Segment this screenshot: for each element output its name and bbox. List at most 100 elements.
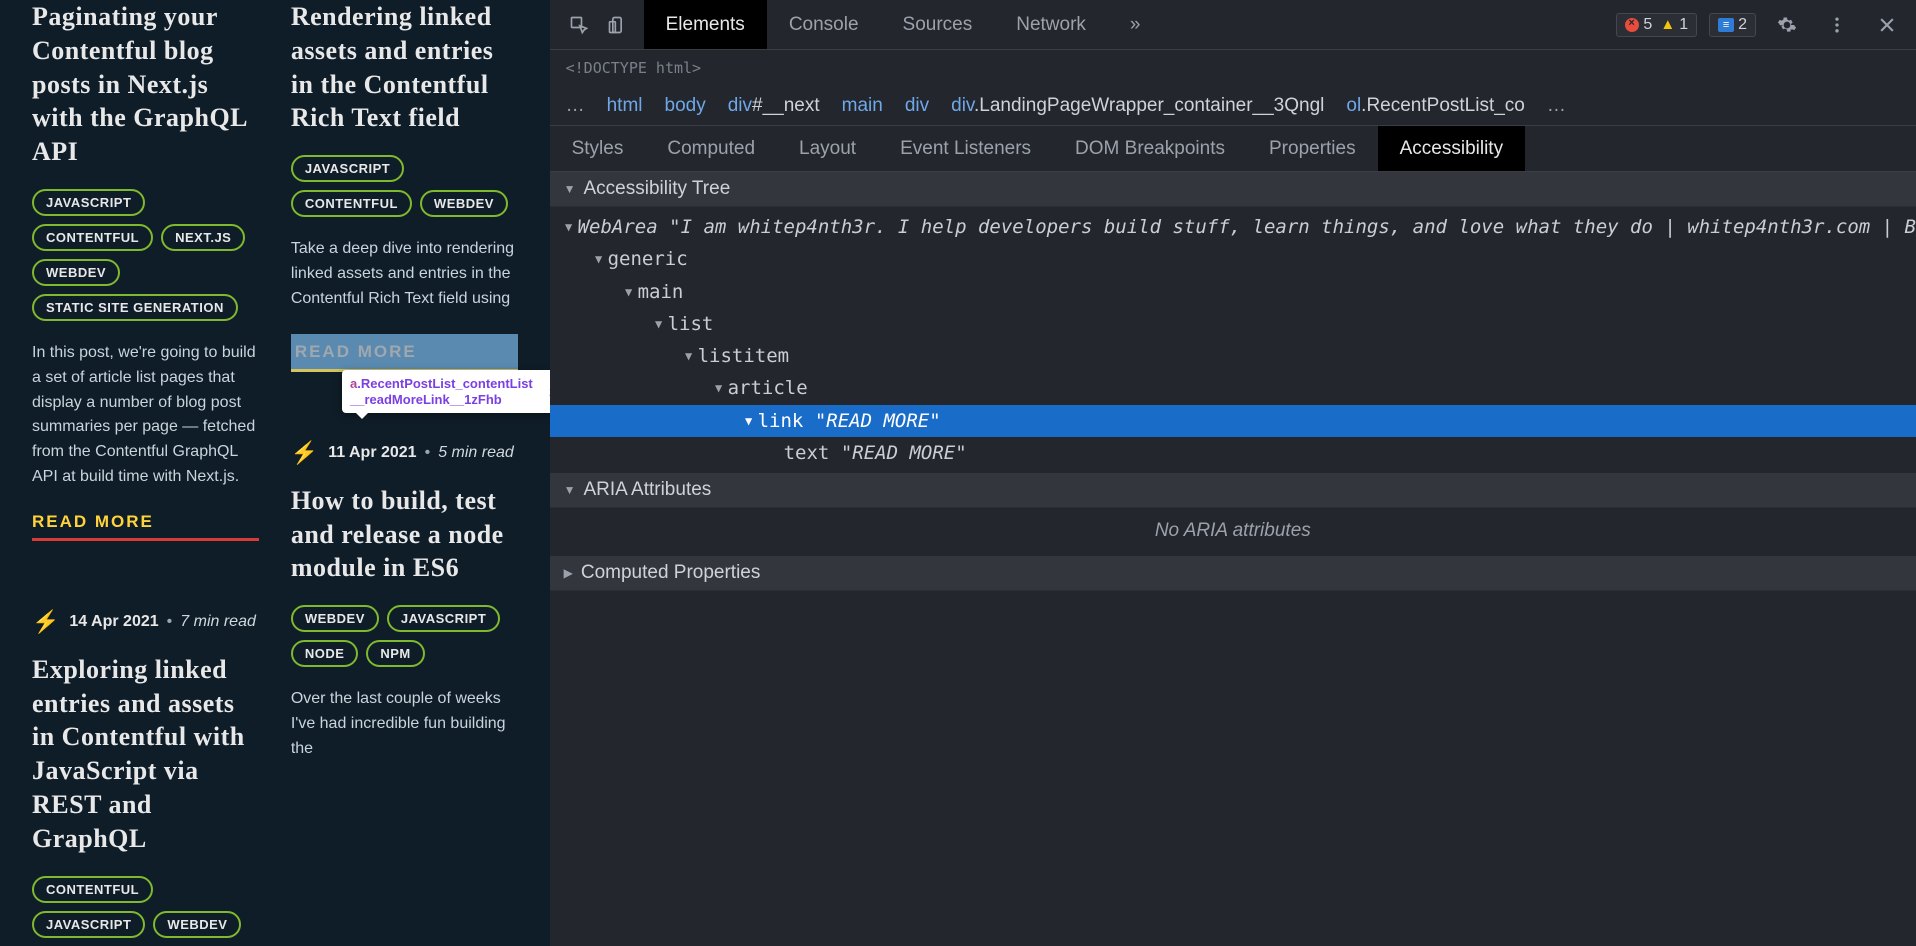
bolt-icon: ⚡ [32,609,59,635]
html-source-line: <!DOCTYPE html> [550,50,1916,86]
tabs-overflow-icon[interactable]: » [1108,0,1163,49]
warning-count: 1 [1679,16,1688,34]
post-column-right: Rendering linked assets and entries in t… [291,0,518,946]
tag[interactable]: CONTENTFUL [291,190,412,217]
post-title[interactable]: How to build, test and release a node mo… [291,484,518,585]
tag[interactable]: CONTENTFUL [32,876,153,903]
tree-node-article[interactable]: ▼article [550,372,1916,404]
post-meta: ⚡ 11 Apr 2021 • 5 min read [291,440,518,466]
breadcrumb-item[interactable]: ol.RecentPostList_co [1346,95,1525,117]
tab-network[interactable]: Network [994,0,1108,49]
tree-node-listitem[interactable]: ▼listitem [550,340,1916,372]
tag[interactable]: WEBDEV [153,911,241,938]
post-title[interactable]: Rendering linked assets and entries in t… [291,0,518,135]
more-menu-icon[interactable] [1818,6,1856,44]
device-toolbar-icon[interactable] [598,6,636,44]
tag[interactable]: CONTENTFUL [32,224,153,251]
breadcrumb-item[interactable]: body [665,95,706,117]
tab-console[interactable]: Console [767,0,881,49]
tag-list: JAVASCRIPT CONTENTFUL WEBDEV [291,155,518,217]
disclosure-triangle-icon: ▼ [564,182,576,196]
breadcrumb-ellipsis[interactable]: … [566,95,585,117]
tag[interactable]: NPM [366,640,424,667]
post-read-time: 5 min read [438,444,514,462]
disclosure-triangle-icon: ▶ [564,566,573,580]
post-card: ⚡ 11 Apr 2021 • 5 min read How to build,… [291,412,518,784]
aria-empty-message: No ARIA attributes [550,508,1916,556]
section-title: Computed Properties [581,562,761,584]
a11y-tree: ▼ WebArea "I am whitep4nth3r. I help dev… [550,207,1916,473]
a11y-tree-header[interactable]: ▼ Accessibility Tree [550,172,1916,207]
tab-elements[interactable]: Elements [644,0,767,49]
message-count: 2 [1738,16,1747,34]
tree-node-webarea[interactable]: ▼ WebArea "I am whitep4nth3r. I help dev… [550,211,1916,243]
devtools-sub-tabs: Styles Computed Layout Event Listeners D… [550,126,1916,172]
subtab-styles[interactable]: Styles [550,126,646,171]
meta-separator: • [167,613,173,631]
breadcrumb-item[interactable]: html [607,95,643,117]
read-more-link-highlighted[interactable]: READ MORE [291,334,518,372]
post-column-left: Paginating your Contentful blog posts in… [32,0,259,946]
subtab-layout[interactable]: Layout [777,126,878,171]
website-panel: Paginating your Contentful blog posts in… [0,0,550,946]
post-excerpt: Take a deep dive into rendering linked a… [291,237,518,311]
breadcrumb-item[interactable]: div#__next [728,95,820,117]
subtab-computed[interactable]: Computed [645,126,777,171]
breadcrumb-item[interactable]: div [905,95,929,117]
dom-breadcrumb: … html body div#__next main div div.Land… [550,86,1916,126]
read-more-link[interactable]: READ MORE [32,512,259,541]
breadcrumb-item[interactable]: div.LandingPageWrapper_container__3Qngl [951,95,1324,117]
tag[interactable]: WEBDEV [32,259,120,286]
inspect-element-icon[interactable] [560,6,598,44]
tag-list: JAVASCRIPT CONTENTFUL NEXT.JS WEBDEV STA… [32,189,259,321]
computed-properties-header[interactable]: ▶ Computed Properties [550,556,1916,591]
tag[interactable]: WEBDEV [291,605,379,632]
breadcrumb-overflow[interactable]: … [1547,95,1566,117]
settings-gear-icon[interactable] [1768,6,1806,44]
post-date: 11 Apr 2021 [328,444,416,462]
subtab-properties[interactable]: Properties [1247,126,1378,171]
devtools-top-toolbar: Elements Console Sources Network » 5 ▲1 … [550,0,1916,50]
tag[interactable]: NODE [291,640,359,667]
error-icon [1625,18,1639,32]
tag[interactable]: JAVASCRIPT [32,189,145,216]
subtab-dom-breakpoints[interactable]: DOM Breakpoints [1053,126,1247,171]
section-title: Accessibility Tree [584,178,731,200]
devtools-toolbar-right: 5 ▲1 ≡2 [1616,6,1906,44]
tab-sources[interactable]: Sources [881,0,995,49]
messages-badge[interactable]: ≡2 [1709,13,1756,37]
meta-separator: • [425,444,431,462]
tag[interactable]: JAVASCRIPT [387,605,500,632]
tree-node-link-selected[interactable]: ▼link "READ MORE" [550,405,1916,437]
issues-badge[interactable]: 5 ▲1 [1616,13,1697,37]
inspector-dimensions: 262 × 34 [549,385,550,399]
tree-node-generic[interactable]: ▼generic [550,243,1916,275]
tag[interactable]: NEXT.JS [161,224,245,251]
element-inspector-tooltip: a.RecentPostList_contentList__readMoreLi… [342,370,550,413]
aria-attributes-header[interactable]: ▼ ARIA Attributes [550,473,1916,508]
close-devtools-icon[interactable] [1868,6,1906,44]
subtab-accessibility[interactable]: Accessibility [1378,126,1525,171]
tree-node-list[interactable]: ▼list [550,308,1916,340]
tag[interactable]: WEBDEV [420,190,508,217]
subtab-event-listeners[interactable]: Event Listeners [878,126,1053,171]
disclosure-triangle-icon: ▼ [564,483,576,497]
tree-node-text[interactable]: text "READ MORE" [550,437,1916,469]
tree-node-main[interactable]: ▼main [550,276,1916,308]
post-card: Paginating your Contentful blog posts in… [32,0,259,541]
post-excerpt: In this post, we're going to build a set… [32,341,259,490]
tag[interactable]: STATIC SITE GENERATION [32,294,238,321]
tag-list: WEBDEV JAVASCRIPT NODE NPM [291,605,518,667]
bolt-icon: ⚡ [291,440,318,466]
inspector-selector: a.RecentPostList_contentList__readMoreLi… [350,376,539,407]
breadcrumb-item[interactable]: main [842,95,883,117]
post-read-time: 7 min read [180,613,256,631]
tag[interactable]: JAVASCRIPT [32,911,145,938]
post-excerpt: Over the last couple of weeks I've had i… [291,687,518,761]
error-count: 5 [1643,16,1652,34]
post-title[interactable]: Exploring linked entries and assets in C… [32,653,259,856]
devtools-panel: Elements Console Sources Network » 5 ▲1 … [550,0,1916,946]
tag[interactable]: JAVASCRIPT [291,155,404,182]
post-card: ⚡ 14 Apr 2021 • 7 min read Exploring lin… [32,581,259,946]
post-title[interactable]: Paginating your Contentful blog posts in… [32,0,259,169]
